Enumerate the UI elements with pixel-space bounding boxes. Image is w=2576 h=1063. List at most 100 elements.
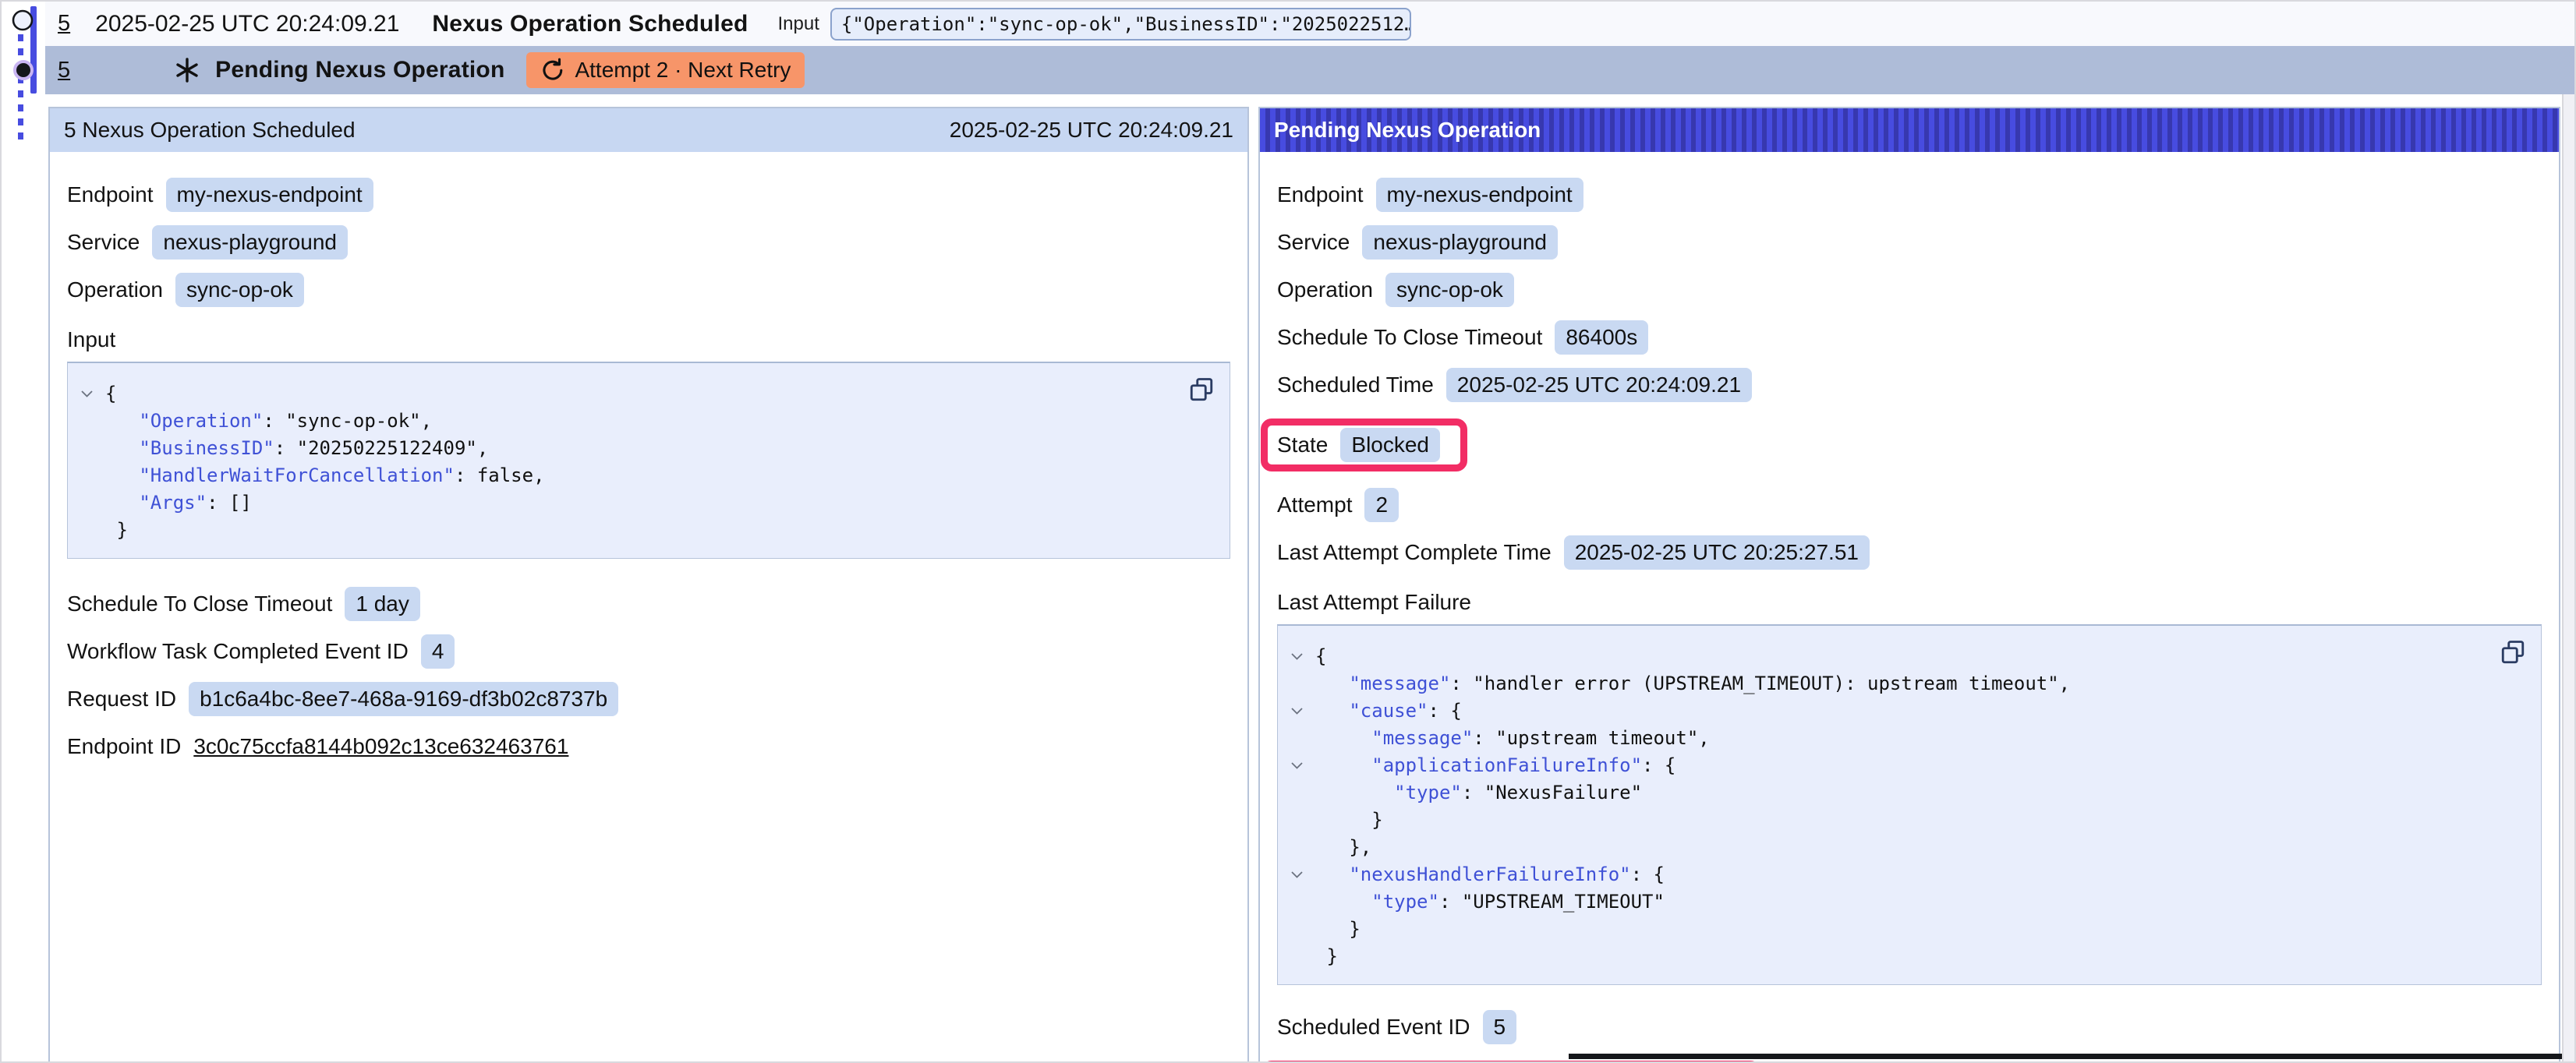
field-scheduled-time: Scheduled Time 2025-02-25 UTC 20:24:09.2… (1277, 368, 2542, 402)
field-attempt: Attempt 2 (1277, 488, 2542, 522)
json-collapse-chevron-icon[interactable] (1287, 943, 1315, 970)
json-collapse-chevron-icon[interactable] (1287, 861, 1315, 888)
field-operation: Operation sync-op-ok (67, 273, 1230, 307)
temporal-event-history-screen: 5 2025-02-25 UTC 20:24:09.21 Nexus Opera… (0, 0, 2576, 1063)
copy-icon[interactable] (1187, 376, 1215, 404)
right-panel-header: Pending Nexus Operation (1260, 108, 2559, 152)
field-label: Operation (67, 277, 163, 302)
json-collapse-chevron-icon[interactable] (77, 517, 105, 544)
input-json-lines: { "Operation": "sync-op-ok", "BusinessID… (77, 380, 1214, 544)
pending-id-link[interactable]: 5 (58, 58, 70, 83)
event-title: Nexus Operation Scheduled (432, 11, 748, 37)
field-endpoint: Endpoint my-nexus-endpoint (1277, 178, 2542, 212)
field-label: Service (67, 230, 140, 255)
json-code-line: { (77, 380, 1214, 408)
json-code-line: }, (1287, 834, 2525, 861)
json-collapse-chevron-icon[interactable] (1287, 807, 1315, 834)
copy-icon[interactable] (2499, 638, 2527, 666)
json-collapse-chevron-icon[interactable] (1287, 916, 1315, 943)
retry-badge-label: Attempt 2 · Next Retry (575, 58, 791, 83)
json-collapse-chevron-icon[interactable] (1287, 670, 1315, 697)
json-collapse-chevron-icon[interactable] (77, 435, 105, 462)
json-collapse-chevron-icon[interactable] (1287, 888, 1315, 916)
left-panel-title: 5 Nexus Operation Scheduled (64, 118, 356, 143)
field-value-pill: nexus-playground (152, 225, 348, 260)
field-operation: Operation sync-op-ok (1277, 273, 2542, 307)
field-label: Operation (1277, 277, 1373, 302)
event-input-label: Input (778, 13, 819, 35)
timeline-current-dot-icon[interactable] (11, 58, 36, 83)
pending-asterisk-icon (173, 56, 201, 84)
field-label: Schedule To Close Timeout (1277, 325, 1542, 350)
field-label: Request ID (67, 687, 176, 712)
json-code-line: "cause": { (1287, 697, 2525, 725)
json-code-line: "Operation": "sync-op-ok", (77, 408, 1214, 435)
field-value-pill: my-nexus-endpoint (1376, 178, 1583, 212)
field-value-pill: 86400s (1555, 320, 1648, 355)
retry-attempt-badge: Attempt 2 · Next Retry (526, 52, 805, 88)
json-code-line: } (1287, 807, 2525, 834)
input-section-label: Input (67, 327, 1230, 352)
panel-pending-nexus-operation: Pending Nexus Operation Endpoint my-nexu… (1258, 107, 2560, 1063)
field-state-highlighted: State Blocked (1261, 418, 1467, 471)
field-label: Workflow Task Completed Event ID (67, 639, 409, 664)
timeline-gutter (2, 2, 45, 165)
left-panel-header[interactable]: 5 Nexus Operation Scheduled 2025-02-25 U… (50, 108, 1247, 152)
json-collapse-chevron-icon[interactable] (1287, 725, 1315, 752)
json-collapse-chevron-icon[interactable] (77, 462, 105, 489)
event-detail-panels: 5 Nexus Operation Scheduled 2025-02-25 U… (48, 107, 2560, 1063)
json-code-line: "Args": [] (77, 489, 1214, 517)
field-label: Service (1277, 230, 1350, 255)
field-scheduled-event-id: Scheduled Event ID 5 (1277, 1010, 2542, 1044)
pending-title: Pending Nexus Operation (215, 57, 504, 83)
json-collapse-chevron-icon[interactable] (1287, 697, 1315, 725)
left-panel-timestamp: 2025-02-25 UTC 20:24:09.21 (950, 118, 1233, 143)
json-code-line: "message": "upstream timeout", (1287, 725, 2525, 752)
json-collapse-chevron-icon[interactable] (1287, 643, 1315, 670)
field-value-pill: 1 day (345, 587, 420, 621)
json-collapse-chevron-icon[interactable] (77, 489, 105, 517)
field-schedule-to-close-timeout: Schedule To Close Timeout 1 day (67, 587, 1230, 621)
json-code-line: "type": "NexusFailure" (1287, 779, 2525, 807)
endpoint-id-link[interactable]: 3c0c75ccfa8144b092c13ce632463761 (193, 734, 568, 759)
field-value-pill: my-nexus-endpoint (166, 178, 373, 212)
retry-icon (540, 58, 565, 83)
vertical-scrollbar[interactable] (2562, 94, 2574, 1061)
json-collapse-chevron-icon[interactable] (1287, 834, 1315, 861)
state-value-pill: Blocked (1340, 428, 1440, 462)
last-attempt-failure-label: Last Attempt Failure (1277, 590, 2542, 615)
json-collapse-chevron-icon[interactable] (77, 408, 105, 435)
field-request-id: Request ID b1c6a4bc-8ee7-468a-9169-df3b0… (67, 682, 1230, 716)
json-collapse-chevron-icon[interactable] (77, 380, 105, 408)
json-code-line: "BusinessID": "20250225122409", (77, 435, 1214, 462)
timeline-open-circle-icon[interactable] (10, 8, 35, 33)
event-timestamp: 2025-02-25 UTC 20:24:09.21 (95, 11, 399, 37)
field-value-pill: 4 (421, 634, 455, 669)
field-value-pill: sync-op-ok (175, 273, 304, 307)
json-code-line: "message": "handler error (UPSTREAM_TIME… (1287, 670, 2525, 697)
event-row-nexus-operation-scheduled[interactable]: 5 2025-02-25 UTC 20:24:09.21 Nexus Opera… (45, 2, 2574, 46)
event-id-link[interactable]: 5 (58, 11, 70, 37)
field-value-pill: sync-op-ok (1385, 273, 1514, 307)
failure-json-lines: { "message": "handler error (UPSTREAM_TI… (1287, 643, 2525, 970)
right-panel-title: Pending Nexus Operation (1274, 118, 1541, 143)
event-input-preview-pill[interactable]: {"Operation":"sync-op-ok","BusinessID":"… (830, 8, 1411, 41)
field-workflow-task-completed-event-id: Workflow Task Completed Event ID 4 (67, 634, 1230, 669)
field-label: Endpoint (67, 182, 154, 207)
field-service: Service nexus-playground (1277, 225, 2542, 260)
json-collapse-chevron-icon[interactable] (1287, 752, 1315, 779)
json-code-line: } (77, 517, 1214, 544)
right-panel-body: Endpoint my-nexus-endpoint Service nexus… (1260, 152, 2559, 1063)
input-json-block: { "Operation": "sync-op-ok", "BusinessID… (67, 362, 1230, 559)
field-endpoint-id: Endpoint ID 3c0c75ccfa8144b092c13ce63246… (67, 729, 1230, 764)
json-code-line: { (1287, 643, 2525, 670)
field-value-pill: 5 (1483, 1010, 1517, 1044)
json-code-line: } (1287, 943, 2525, 970)
field-value-pill: 2025-02-25 UTC 20:25:27.51 (1564, 535, 1870, 570)
field-service: Service nexus-playground (67, 225, 1230, 260)
field-last-attempt-complete-time: Last Attempt Complete Time 2025-02-25 UT… (1277, 535, 2542, 570)
field-value-pill: b1c6a4bc-8ee7-468a-9169-df3b02c8737b (189, 682, 618, 716)
field-label: State (1277, 433, 1328, 457)
json-collapse-chevron-icon[interactable] (1287, 779, 1315, 807)
event-row-pending-nexus-operation[interactable]: 5 Pending Nexus Operation Attempt 2 · Ne… (45, 46, 2574, 94)
